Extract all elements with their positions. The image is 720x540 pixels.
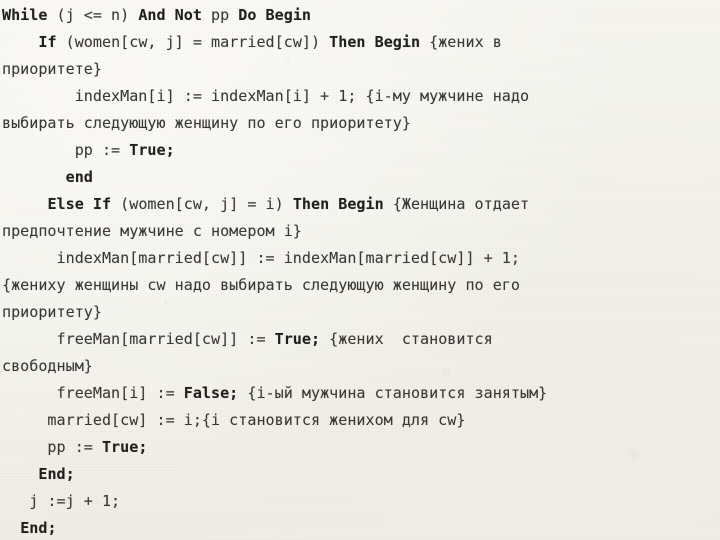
code-line: выбирать следующую женщину по его приори… [2,110,720,137]
code-keyword: False; [183,384,239,402]
code-keyword: If [38,33,57,51]
code-text: pp [201,6,239,24]
code-text: j :=j + 1; [2,492,121,510]
code-line: freeMan[married[cw]] := True; {жених ста… [2,326,720,353]
code-line: indexMan[i] := indexMan[i] + 1; {i-му му… [2,83,720,110]
code-keyword: True; [274,330,321,348]
code-line: pp := True; [2,434,720,461]
code-line: freeMan[i] := False; {i-ый мужчина стано… [2,380,720,407]
code-keyword: And Not [138,6,202,24]
code-listing: While (j <= n) And Not pp Do Begin If (w… [0,0,720,540]
code-text: приоритете} [2,60,102,78]
code-text: pp := [2,438,102,456]
code-line: {жениху женщины cw надо выбирать следующ… [2,272,720,299]
code-line: indexMan[married[cw]] := indexMan[marrie… [2,245,720,272]
code-text: {Женщина отдает [383,195,530,213]
code-keyword: Then Begin [292,195,384,213]
code-keyword: End; [20,519,57,537]
code-line: End; [2,515,720,540]
code-text: indexMan[i] := indexMan[i] + 1; {i-му му… [2,87,530,105]
code-text: {i-ый мужчина становится занятым} [238,384,548,402]
code-text: (women[cw, j] = married[cw]) [56,33,330,51]
code-text: {жениху женщины cw надо выбирать следующ… [2,276,520,294]
code-keyword: Else If [47,195,112,213]
code-keyword: Then Begin [329,33,421,51]
code-text: {жених в [420,33,502,51]
code-text: предпочтение мужчине с номером i} [2,222,302,240]
code-line: pp := True; [2,137,720,164]
code-line: end [2,164,720,191]
code-keyword: Do Begin [238,6,311,24]
code-text: indexMan[married[cw]] := indexMan[marrie… [2,249,520,267]
code-text: свободным} [2,357,93,375]
slide-canvas: While (j <= n) And Not pp Do Begin If (w… [0,0,720,540]
code-line: End; [2,461,720,488]
code-text: freeMan[i] := [2,384,184,402]
code-text: married[cw] := i;{i становится женихом д… [2,411,466,429]
code-line: j :=j + 1; [2,488,720,515]
code-keyword: While [2,6,48,24]
code-keyword: True; [101,438,148,456]
code-line: While (j <= n) And Not pp Do Begin [2,2,720,29]
code-text: (j <= n) [47,6,139,24]
code-text: приоритету} [2,303,102,321]
code-line: If (women[cw, j] = married[cw]) Then Beg… [2,29,720,56]
code-keyword: End; [38,465,75,483]
code-line: приоритету} [2,299,720,326]
code-line: свободным} [2,353,720,380]
code-text: {жених становится [320,330,493,348]
code-keyword: True; [129,141,175,159]
code-line: приоритете} [2,56,720,83]
code-text: pp := [2,141,130,159]
code-keyword: end [65,168,93,186]
code-line: Else If (women[cw, j] = i) Then Begin {Ж… [2,191,720,218]
code-line: married[cw] := i;{i становится женихом д… [2,407,720,434]
code-text: выбирать следующую женщину по его приори… [2,114,411,132]
code-line: предпочтение мужчине с номером i} [2,218,720,245]
code-text: (women[cw, j] = i) [111,195,293,213]
code-text: freeMan[married[cw]] := [2,330,275,348]
